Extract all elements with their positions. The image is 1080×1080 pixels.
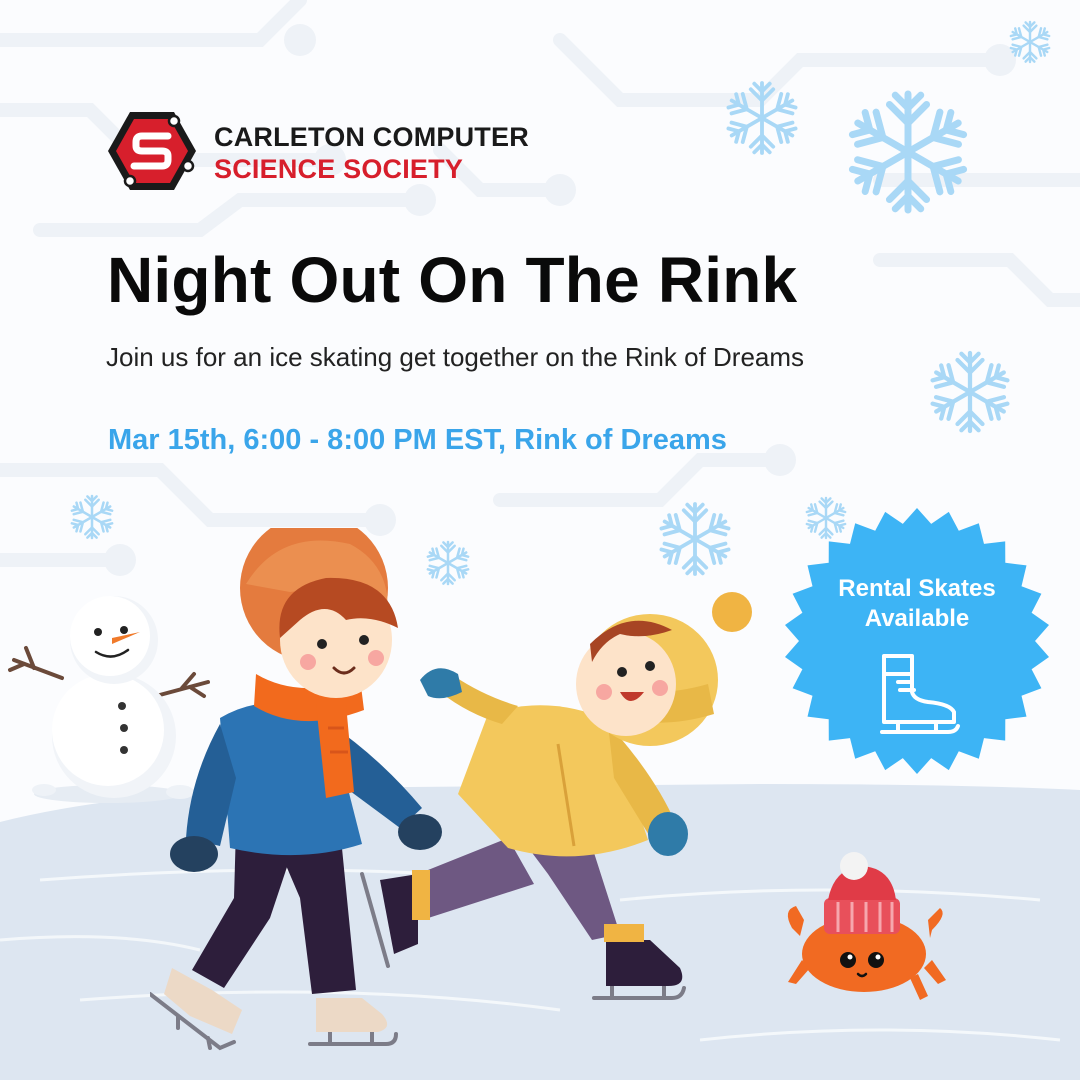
snowflake-icon bbox=[930, 353, 1010, 431]
event-title: Night Out On The Rink bbox=[107, 244, 798, 316]
organization-name-line1: CARLETON COMPUTER bbox=[214, 122, 529, 152]
snowflake-icon bbox=[1009, 22, 1050, 62]
crab-mascot-illustration bbox=[787, 852, 946, 1000]
snowflake-icon bbox=[848, 94, 967, 210]
s-circuit-logo-icon bbox=[108, 112, 196, 190]
skater-yellow-coat-illustration bbox=[360, 592, 752, 1000]
snowflake-icon bbox=[726, 83, 798, 153]
organization-logo: CARLETON COMPUTER SCIENCE SOCIETY bbox=[106, 108, 529, 194]
badge-line2: Available bbox=[864, 605, 970, 632]
badge-text: Rental Skates Available bbox=[782, 574, 1052, 634]
rental-skates-badge: Rental Skates Available bbox=[782, 506, 1052, 776]
organization-name-line2: SCIENCE SOCIETY bbox=[214, 154, 464, 184]
snowflake-icon bbox=[70, 496, 113, 538]
snowflake-icon bbox=[659, 504, 731, 574]
event-poster: CARLETON COMPUTER SCIENCE SOCIETY Night … bbox=[0, 0, 1080, 1080]
event-details: Mar 15th, 6:00 - 8:00 PM EST, Rink of Dr… bbox=[108, 424, 727, 456]
event-subtitle: Join us for an ice skating get together … bbox=[106, 342, 805, 372]
badge-line1: Rental Skates bbox=[838, 575, 996, 602]
ice-skate-icon bbox=[880, 654, 960, 734]
